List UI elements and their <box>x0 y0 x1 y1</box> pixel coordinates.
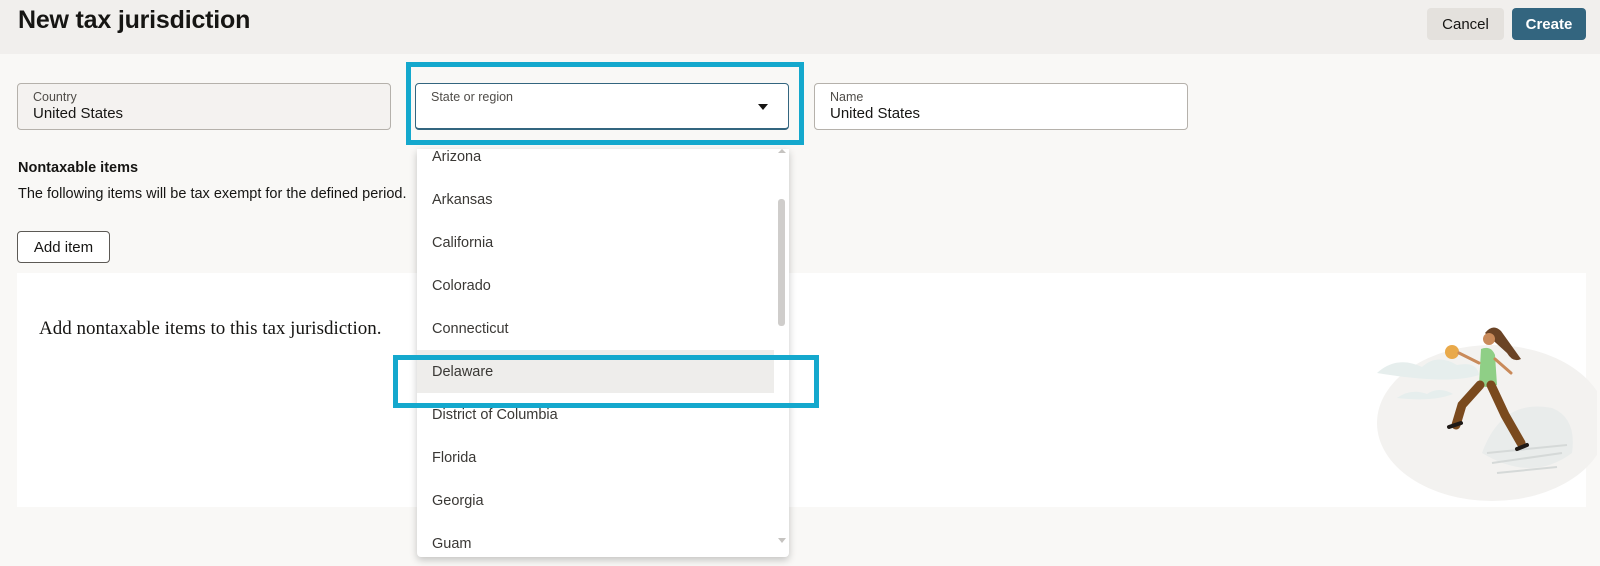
scrollbar-thumb[interactable] <box>778 199 785 326</box>
create-button[interactable]: Create <box>1512 8 1586 40</box>
empty-state-message: Add nontaxable items to this tax jurisdi… <box>39 318 382 339</box>
scroll-up-icon[interactable] <box>778 149 786 153</box>
country-field: Country United States <box>17 83 391 130</box>
add-item-button[interactable]: Add item <box>17 231 110 263</box>
name-value[interactable]: United States <box>830 105 920 122</box>
dropdown-option[interactable]: California <box>417 221 774 264</box>
dropdown-option[interactable]: Connecticut <box>417 307 774 350</box>
page-title: New tax jurisdiction <box>18 6 251 34</box>
dropdown-option[interactable]: Arkansas <box>417 178 774 221</box>
country-label: Country <box>33 90 77 104</box>
dropdown-option[interactable]: Florida <box>417 436 774 479</box>
dropdown-option[interactable]: Colorado <box>417 264 774 307</box>
name-field[interactable]: Name United States <box>814 83 1188 130</box>
nontaxable-description: The following items will be tax exempt f… <box>18 186 407 202</box>
dropdown-option[interactable]: Arizona <box>417 149 774 178</box>
dropdown-scrollbar[interactable] <box>775 149 789 557</box>
annotation-highlight-state-field <box>406 62 804 145</box>
dropdown-option[interactable]: Guam <box>417 522 774 557</box>
cancel-button[interactable]: Cancel <box>1427 8 1504 40</box>
country-value: United States <box>33 105 124 122</box>
state-dropdown-list[interactable]: Arizona Arkansas California Colorado Con… <box>417 149 789 557</box>
annotation-highlight-delaware <box>393 355 819 408</box>
dropdown-option[interactable]: Georgia <box>417 479 774 522</box>
hiker-illustration <box>1377 327 1597 501</box>
name-label: Name <box>830 90 864 104</box>
nontaxable-title: Nontaxable items <box>18 160 139 176</box>
scroll-down-icon[interactable] <box>778 538 786 543</box>
page-header: New tax jurisdiction Cancel Create <box>0 0 1600 54</box>
